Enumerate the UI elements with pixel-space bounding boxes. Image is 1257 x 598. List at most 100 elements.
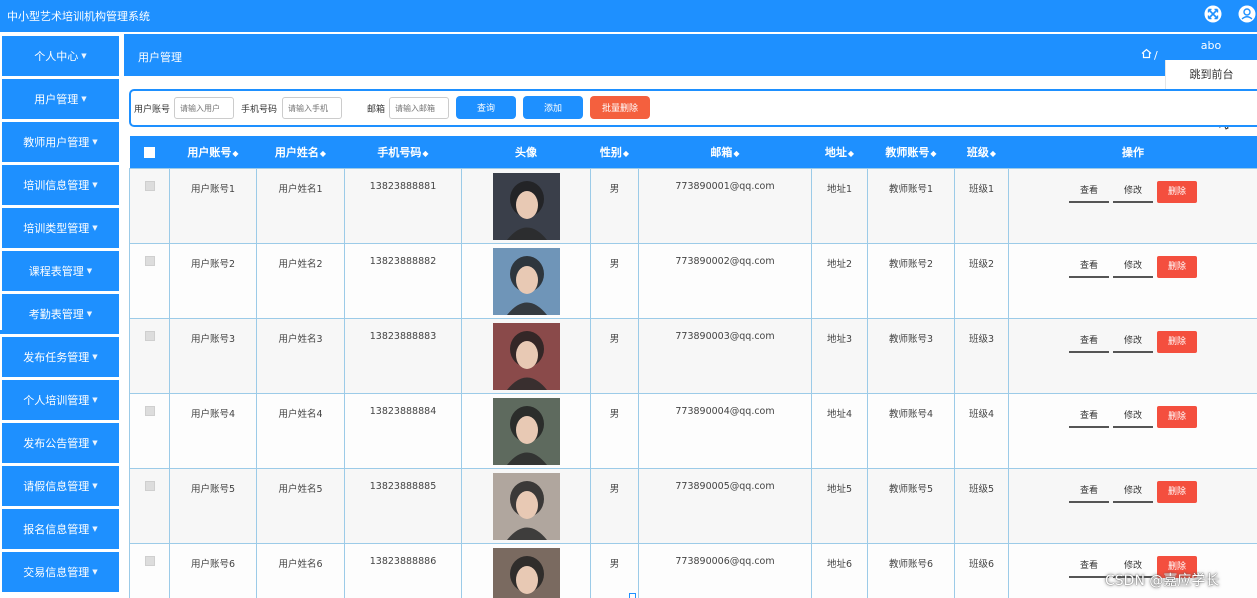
cell-class: 班级2	[954, 242, 1009, 319]
sort-icon: ◆	[733, 148, 740, 158]
home-icon[interactable]	[1141, 48, 1152, 62]
sidebar-item-teacher-users[interactable]: 教师用户管理 ▼	[2, 122, 119, 162]
sidebar-item-attendance[interactable]: 考勤表管理 ▼	[2, 294, 119, 334]
column-header[interactable]: 班级◆	[954, 136, 1009, 168]
sidebar-item-personal-training[interactable]: 个人培训管理 ▼	[2, 380, 119, 420]
edit-button[interactable]: 修改	[1113, 331, 1153, 353]
view-button[interactable]: 查看	[1069, 406, 1109, 428]
view-button[interactable]: 查看	[1069, 481, 1109, 503]
sidebar-item-tasks[interactable]: 发布任务管理 ▼	[2, 337, 119, 377]
cell-email: 773890001@qq.com	[638, 167, 812, 244]
cell-account: 用户账号5	[169, 467, 257, 544]
expand-icon[interactable]	[1203, 4, 1223, 24]
cell-address: 地址2	[811, 242, 868, 319]
view-button[interactable]: 查看	[1069, 331, 1109, 353]
row-checkbox[interactable]	[144, 555, 155, 566]
cell-actions: 查看 修改 删除	[1008, 467, 1257, 544]
avatar	[492, 172, 560, 240]
user-icon[interactable]	[1237, 4, 1257, 24]
table-row: 用户账号5 用户姓名5 13823888885 男 773890005@qq.com 地址…	[129, 467, 1257, 544]
sidebar-item-training-info[interactable]: 培训信息管理 ▼	[2, 165, 119, 205]
cell-name: 用户姓名6	[256, 542, 345, 598]
sidebar-item-label: 考勤表管理	[28, 308, 84, 321]
sidebar-item-timetable[interactable]: 课程表管理 ▼	[2, 251, 119, 291]
cell-phone: 13823888883	[344, 317, 462, 394]
cell-address: 地址6	[811, 542, 868, 598]
sort-icon: ◆	[232, 148, 239, 158]
add-button[interactable]: 添加	[523, 96, 583, 119]
sidebar-item-training-type[interactable]: 培训类型管理 ▼	[2, 208, 119, 248]
column-header: 操作	[1008, 136, 1257, 168]
cell-phone: 13823888886	[344, 542, 462, 598]
breadcrumb: /	[1141, 48, 1158, 62]
sidebar-item-user-management[interactable]: 用户管理 ▼	[2, 79, 119, 119]
column-header[interactable]: 手机号码◆	[344, 136, 462, 168]
row-checkbox[interactable]	[144, 405, 155, 416]
chevron-down-icon: ▼	[92, 482, 98, 490]
sidebar-item-registration[interactable]: 报名信息管理 ▼	[2, 509, 119, 549]
cell-actions: 查看 修改 删除	[1008, 242, 1257, 319]
sort-icon: ◆	[319, 148, 327, 158]
sort-icon: ◆	[847, 148, 855, 158]
sidebar-item-label: 个人中心	[34, 50, 79, 63]
sidebar-item-label: 教师用户管理	[23, 136, 90, 149]
batch-delete-button[interactable]: 批量删除	[590, 96, 650, 119]
select-all-checkbox[interactable]	[144, 146, 155, 158]
delete-button[interactable]: 删除	[1157, 255, 1197, 278]
cell-class: 班级5	[954, 467, 1009, 544]
delete-button[interactable]: 删除	[1157, 405, 1197, 428]
sidebar-item-label: 发布公告管理	[23, 437, 90, 450]
phone-search-input[interactable]	[282, 97, 342, 119]
sidebar-item-label: 发布任务管理	[23, 351, 90, 364]
search-panel: 用户账号 手机号码 邮箱 查询 添加 批量删除	[129, 89, 1257, 127]
sidebar-item-personal-center[interactable]: 个人中心 ▼	[2, 36, 119, 76]
top-bar: 中小型艺术培训机构管理系统	[0, 0, 1257, 32]
email-search-input[interactable]	[389, 97, 449, 119]
view-button[interactable]: 查看	[1069, 181, 1109, 203]
cell-teacher: 教师账号4	[867, 392, 955, 469]
sidebar-item-announcements[interactable]: 发布公告管理 ▼	[2, 423, 119, 463]
row-checkbox[interactable]	[144, 255, 155, 266]
cell-class: 班级1	[954, 167, 1009, 244]
menu-item-frontend[interactable]: 跳到前台	[1165, 60, 1257, 90]
cell-actions: 查看 修改 删除	[1008, 392, 1257, 469]
sidebar-item-leave[interactable]: 请假信息管理 ▼	[2, 466, 119, 506]
select-cell	[129, 167, 170, 244]
cell-teacher: 教师账号3	[867, 317, 955, 394]
row-checkbox[interactable]	[144, 480, 155, 491]
edit-button[interactable]: 修改	[1113, 406, 1153, 428]
sidebar-item-label: 课程表管理	[28, 265, 84, 278]
column-header[interactable]: 邮箱◆	[638, 136, 812, 168]
user-table: 用户账号◆ 用户姓名◆ 手机号码◆ 头像 性别◆ 邮箱◆ 地址◆ 教师账号◆ 班…	[129, 136, 1257, 598]
cell-phone: 13823888881	[344, 167, 462, 244]
sidebar-item-transactions[interactable]: 交易信息管理 ▼	[2, 552, 119, 592]
delete-button[interactable]: 删除	[1157, 330, 1197, 353]
edit-button[interactable]: 修改	[1113, 256, 1153, 278]
account-search-input[interactable]	[174, 97, 234, 119]
account-label: 用户账号	[134, 105, 171, 115]
edit-button[interactable]: 修改	[1113, 481, 1153, 503]
cell-email: 773890006@qq.com	[638, 542, 812, 598]
column-header[interactable]: 教师账号◆	[867, 136, 955, 168]
view-button[interactable]: 查看	[1069, 556, 1109, 578]
cell-avatar	[461, 467, 591, 544]
column-header[interactable]: 用户姓名◆	[256, 136, 345, 168]
row-checkbox[interactable]	[144, 330, 155, 341]
cell-class: 班级6	[954, 542, 1009, 598]
column-header[interactable]: 性别◆	[590, 136, 639, 168]
email-label: 邮箱	[367, 105, 386, 115]
query-button[interactable]: 查询	[456, 96, 516, 119]
table-header-row: 用户账号◆ 用户姓名◆ 手机号码◆ 头像 性别◆ 邮箱◆ 地址◆ 教师账号◆ 班…	[129, 136, 1257, 168]
delete-button[interactable]: 删除	[1157, 180, 1197, 203]
table-row: 用户账号6 用户姓名6 13823888886 男 773890006@qq.com 地址…	[129, 542, 1257, 598]
delete-button[interactable]: 删除	[1157, 480, 1197, 503]
sort-icon: ◆	[422, 148, 429, 158]
edit-button[interactable]: 修改	[1113, 181, 1153, 203]
sidebar-item-label: 培训类型管理	[23, 222, 90, 235]
column-header[interactable]: 地址◆	[811, 136, 868, 168]
view-button[interactable]: 查看	[1069, 256, 1109, 278]
column-header[interactable]: 用户账号◆	[169, 136, 257, 168]
select-cell	[129, 542, 170, 598]
column-header: 头像	[461, 136, 591, 168]
row-checkbox[interactable]	[144, 180, 155, 191]
